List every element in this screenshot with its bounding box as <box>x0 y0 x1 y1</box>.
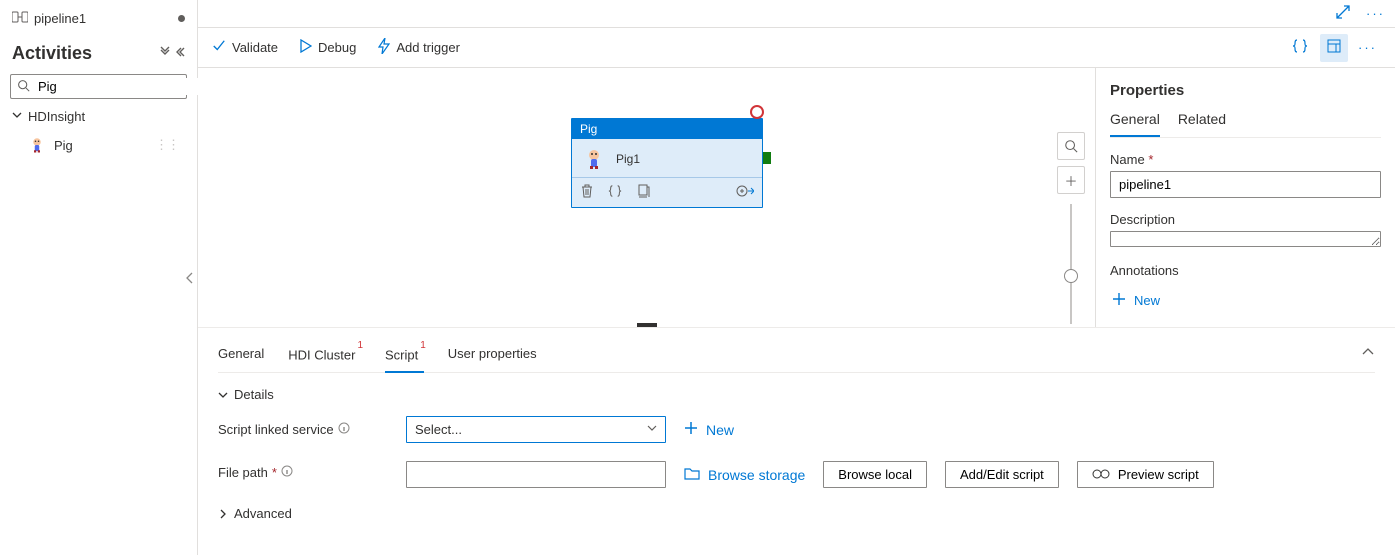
plus-icon <box>1112 292 1126 309</box>
activity-node-pig[interactable]: Pig Pig1 <box>571 118 763 208</box>
activities-title: Activities <box>12 43 92 64</box>
file-path-label: File path <box>218 465 268 480</box>
annotations-label: Annotations <box>1110 263 1381 278</box>
zoom-in-button[interactable]: ＋ <box>1057 166 1085 194</box>
braces-icon <box>1292 39 1308 56</box>
required-asterisk: * <box>272 465 277 480</box>
required-asterisk: * <box>1148 152 1153 167</box>
description-label: Description <box>1110 212 1381 227</box>
activities-search-field[interactable] <box>36 78 216 95</box>
validation-error-icon <box>750 105 764 119</box>
name-label: Name <box>1110 152 1145 167</box>
pipeline-canvas[interactable]: Pig Pig1 <box>198 68 1095 327</box>
properties-toggle-button[interactable] <box>1320 34 1348 62</box>
open-tab-pipeline[interactable]: pipeline1 <box>8 6 189 37</box>
activities-search-input[interactable] <box>10 74 187 99</box>
panel-resize-handle[interactable] <box>637 323 657 327</box>
script-linked-service-select[interactable]: Select... <box>406 416 666 443</box>
name-input[interactable] <box>1110 171 1381 198</box>
pig-icon <box>582 147 606 171</box>
error-badge: 1 <box>357 340 363 351</box>
node-add-output-button[interactable] <box>736 184 754 201</box>
config-tab-hdi[interactable]: HDI Cluster1 <box>288 336 361 372</box>
pipeline-icon <box>12 10 28 27</box>
script-linked-label: Script linked service <box>218 422 334 437</box>
browse-storage-button[interactable]: Browse storage <box>684 466 805 483</box>
unsaved-dot-icon <box>178 15 185 22</box>
plus-icon <box>684 421 698 438</box>
description-input[interactable] <box>1110 231 1381 247</box>
category-hdinsight[interactable]: HDInsight <box>8 103 189 130</box>
more-icon[interactable]: ··· <box>1366 6 1385 21</box>
preview-script-button[interactable]: Preview script <box>1077 461 1214 488</box>
search-icon <box>17 79 30 95</box>
category-label: HDInsight <box>28 109 85 124</box>
new-linked-service-button[interactable]: New <box>684 421 734 438</box>
check-icon <box>212 39 226 56</box>
activities-collapse-left-icon[interactable] <box>173 46 185 61</box>
sidebar-collapse-caret[interactable] <box>184 258 196 298</box>
toolbar-more-icon[interactable]: ··· <box>1354 40 1381 55</box>
error-badge: 1 <box>420 340 426 351</box>
code-view-button[interactable] <box>1286 34 1314 62</box>
lightning-icon <box>378 38 390 57</box>
advanced-section-toggle[interactable]: Advanced <box>218 506 1375 521</box>
pig-icon <box>28 136 46 154</box>
info-icon[interactable] <box>338 422 350 437</box>
file-path-input[interactable] <box>406 461 666 488</box>
debug-button[interactable]: Debug <box>300 39 356 56</box>
config-tab-script[interactable]: Script1 <box>385 336 424 372</box>
props-tab-related[interactable]: Related <box>1178 111 1226 137</box>
canvas-search-button[interactable] <box>1057 132 1085 160</box>
details-section-toggle[interactable]: Details <box>218 387 1375 402</box>
add-trigger-button[interactable]: Add trigger <box>378 38 460 57</box>
node-copy-button[interactable] <box>636 184 650 201</box>
open-tab-label: pipeline1 <box>34 11 168 26</box>
validate-button[interactable]: Validate <box>212 39 278 56</box>
node-type-label: Pig <box>572 119 762 139</box>
node-name-label: Pig1 <box>616 152 640 166</box>
expand-icon[interactable] <box>1336 5 1350 22</box>
activity-item-label: Pig <box>54 138 73 153</box>
zoom-slider[interactable] <box>1070 204 1072 324</box>
drag-grip-icon: ⋮⋮ <box>155 137 179 153</box>
add-edit-script-button[interactable]: Add/Edit script <box>945 461 1059 488</box>
zoom-slider-thumb[interactable] <box>1064 269 1078 283</box>
config-tab-general[interactable]: General <box>218 336 264 371</box>
success-output-port[interactable] <box>763 152 771 164</box>
folder-icon <box>684 466 700 483</box>
preview-icon <box>1092 467 1110 482</box>
info-icon[interactable] <box>281 465 293 480</box>
node-code-button[interactable] <box>608 184 622 201</box>
props-tab-general[interactable]: General <box>1110 111 1160 137</box>
chevron-down-icon <box>647 423 657 436</box>
config-collapse-button[interactable] <box>1361 345 1375 362</box>
activity-item-pig[interactable]: Pig ⋮⋮ <box>8 130 189 160</box>
delete-node-button[interactable] <box>580 184 594 201</box>
properties-title: Properties <box>1110 82 1381 99</box>
chevron-down-icon <box>12 110 22 123</box>
browse-local-button[interactable]: Browse local <box>823 461 927 488</box>
properties-icon <box>1327 39 1341 56</box>
config-tab-user-props[interactable]: User properties <box>448 336 537 371</box>
play-icon <box>300 39 312 56</box>
new-annotation-button[interactable]: New <box>1110 288 1381 313</box>
activities-collapse-down-icon[interactable] <box>159 46 171 61</box>
